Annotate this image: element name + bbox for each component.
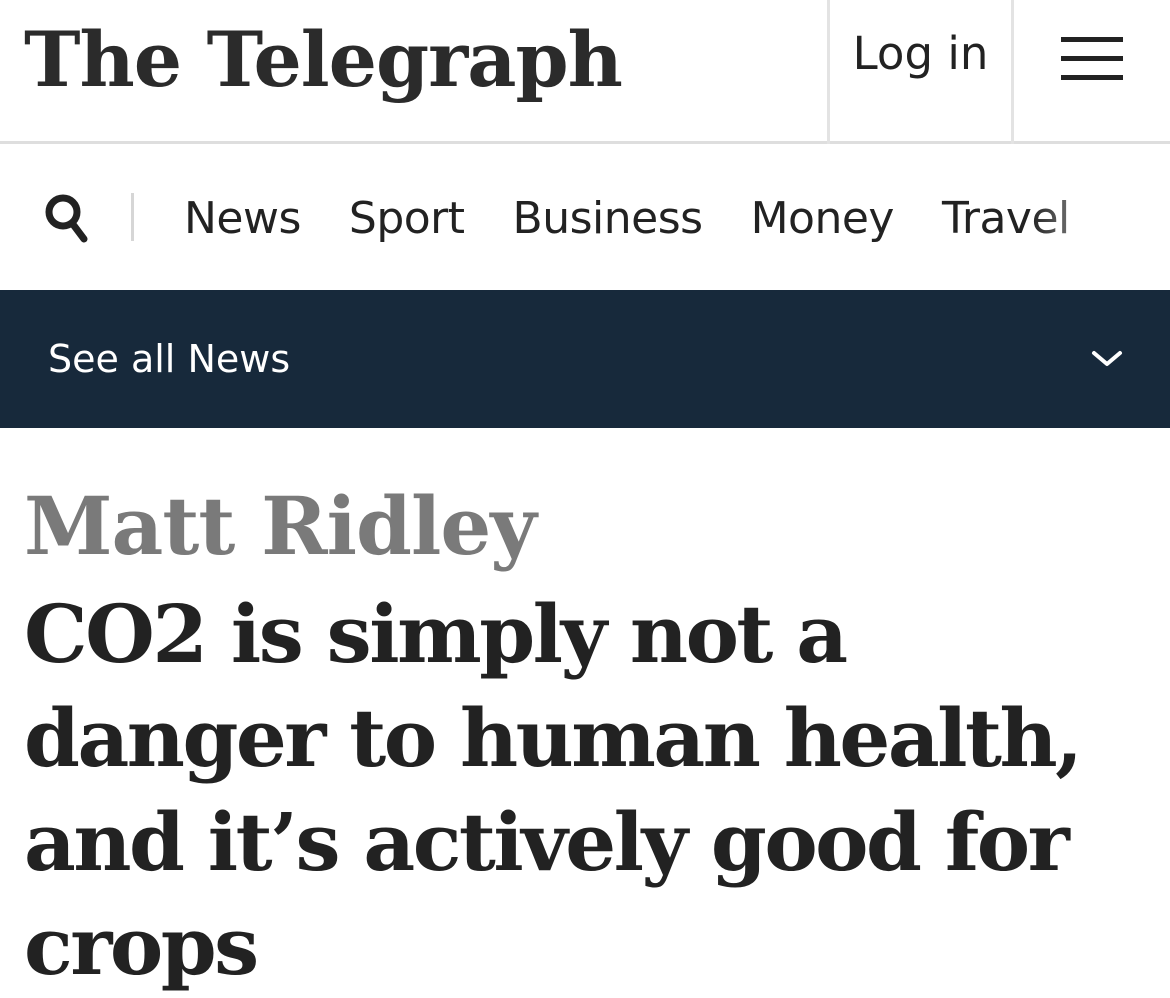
nav-item-news[interactable]: News xyxy=(160,193,325,244)
nav-item-business[interactable]: Business xyxy=(489,193,727,244)
search-button[interactable] xyxy=(44,193,90,243)
see-all-news-bar[interactable]: See all News xyxy=(0,290,1170,428)
search-icon xyxy=(45,194,88,243)
nav-item-money[interactable]: Money xyxy=(727,193,918,244)
hamburger-menu-icon xyxy=(1061,37,1123,80)
site-header: The Telegraph Log in xyxy=(0,0,1170,144)
nav-divider xyxy=(131,193,134,241)
author-byline[interactable]: Matt Ridley xyxy=(24,478,537,574)
login-button[interactable]: Log in xyxy=(830,0,1011,141)
primary-nav: News Sport Business Money Travel xyxy=(0,147,1170,290)
nav-item-sport[interactable]: Sport xyxy=(325,193,489,244)
menu-button[interactable] xyxy=(1014,0,1170,141)
nav-items: News Sport Business Money Travel xyxy=(160,147,1170,290)
chevron-down-icon xyxy=(1092,351,1122,366)
nav-item-travel[interactable]: Travel xyxy=(918,193,1094,244)
article-headline: CO2 is simply not a danger to human heal… xyxy=(24,587,1083,993)
see-all-news-label: See all News xyxy=(48,337,291,381)
site-logo[interactable]: The Telegraph xyxy=(24,8,623,112)
